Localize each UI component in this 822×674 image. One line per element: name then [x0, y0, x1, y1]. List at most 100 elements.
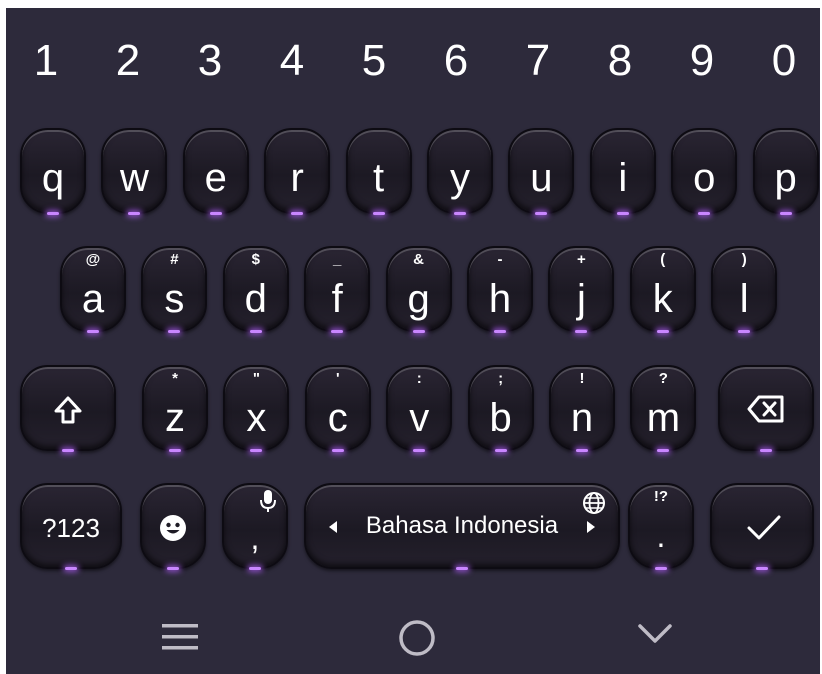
- letter-key[interactable]: r: [264, 128, 331, 215]
- letter-key-label: y: [450, 156, 470, 200]
- period-key-hint: !?: [653, 488, 669, 505]
- letter-key[interactable]: # s: [141, 246, 208, 333]
- letter-key-hint: ': [336, 370, 340, 387]
- letter-key-hint: ): [741, 251, 747, 268]
- letter-key-label: h: [488, 277, 512, 321]
- checkmark-icon: [747, 515, 781, 540]
- letter-key-hint: $: [251, 251, 260, 268]
- letter-key[interactable]: q: [20, 128, 86, 215]
- number-key[interactable]: 8: [596, 36, 644, 86]
- letter-key-label: f: [331, 277, 343, 321]
- menu-icon[interactable]: [162, 622, 198, 652]
- letter-key-hint: -: [497, 251, 503, 268]
- letter-key-hint: ": [252, 370, 260, 387]
- enter-key[interactable]: [710, 483, 814, 570]
- letter-key-label: p: [774, 156, 797, 200]
- number-key[interactable]: 2: [104, 36, 152, 86]
- letter-key[interactable]: & g: [385, 246, 452, 333]
- letter-key[interactable]: ! n: [549, 365, 615, 452]
- letter-key[interactable]: @ a: [60, 246, 126, 333]
- letter-key[interactable]: ? m: [630, 365, 697, 452]
- letter-key-label: n: [570, 396, 594, 440]
- letter-key-hint: !: [579, 370, 585, 387]
- emoji-icon: [160, 515, 186, 541]
- letter-key[interactable]: t: [345, 128, 412, 215]
- space-key-label: Bahasa Indonesia: [365, 512, 559, 539]
- letter-key[interactable]: ' c: [304, 365, 371, 452]
- comma-key[interactable]: ,: [222, 483, 288, 570]
- letter-key-label: i: [618, 156, 628, 200]
- letter-key[interactable]: _ f: [304, 246, 371, 333]
- number-key[interactable]: 4: [268, 36, 316, 86]
- letter-key-hint: @: [85, 251, 101, 268]
- letter-key[interactable]: + j: [548, 246, 615, 333]
- letter-key[interactable]: :v: [386, 365, 453, 452]
- letter-key-hint: _: [333, 251, 342, 268]
- letter-key[interactable]: y: [427, 128, 493, 215]
- letter-key-label: x: [246, 396, 267, 440]
- number-key[interactable]: 5: [350, 36, 398, 86]
- symbols-key[interactable]: ?123: [20, 483, 122, 570]
- number-key[interactable]: 3: [186, 36, 234, 86]
- letter-key-label: j: [576, 277, 586, 321]
- number-key[interactable]: 1: [22, 36, 70, 86]
- letter-key-hint: :: [416, 370, 422, 387]
- letter-key[interactable]: ; b: [467, 365, 534, 452]
- letter-key-label: c: [327, 396, 348, 440]
- period-key-label: .: [656, 518, 666, 554]
- letter-key-label: g: [407, 277, 430, 321]
- letter-key-label: r: [290, 156, 304, 200]
- caret-right-icon: [587, 521, 595, 533]
- letter-key[interactable]: o: [671, 128, 738, 215]
- letter-key-label: u: [530, 156, 553, 200]
- letter-key-label: z: [165, 396, 185, 440]
- letter-key-label: t: [373, 156, 385, 200]
- home-circle-icon[interactable]: [398, 619, 436, 657]
- letter-key-hint: #: [170, 251, 179, 268]
- letter-key[interactable]: ) l: [711, 246, 778, 333]
- letter-key-label: w: [119, 156, 149, 200]
- letter-key-label: l: [739, 277, 749, 321]
- letter-key-hint: (: [660, 251, 666, 268]
- number-key[interactable]: 7: [514, 36, 562, 86]
- letter-key-label: d: [244, 277, 267, 321]
- letter-key[interactable]: " x: [223, 365, 290, 452]
- period-key[interactable]: !? .: [628, 483, 694, 570]
- letter-key[interactable]: w: [101, 128, 168, 215]
- number-key[interactable]: 6: [432, 36, 480, 86]
- letter-key[interactable]: * z: [142, 365, 208, 452]
- shift-key[interactable]: [20, 365, 116, 452]
- letter-key-hint: *: [172, 370, 178, 387]
- letter-key[interactable]: $ d: [222, 246, 289, 333]
- mic-icon: [260, 490, 276, 512]
- number-key[interactable]: 9: [678, 36, 726, 86]
- letter-key-label: s: [164, 277, 185, 321]
- letter-key[interactable]: p: [752, 128, 819, 215]
- number-key[interactable]: 0: [760, 36, 808, 86]
- letter-key-label: q: [41, 156, 65, 200]
- comma-key-label: ,: [250, 520, 260, 556]
- letter-key[interactable]: u: [508, 128, 575, 215]
- letter-key-hint: ;: [498, 370, 504, 387]
- letter-key-label: v: [409, 396, 430, 440]
- chevron-down-icon[interactable]: [638, 623, 672, 645]
- backspace-key[interactable]: [718, 365, 814, 452]
- letter-key-hint: +: [577, 251, 586, 268]
- letter-key-label: e: [204, 156, 227, 200]
- space-key[interactable]: Bahasa Indonesia: [304, 483, 620, 570]
- letter-key-label: k: [652, 277, 673, 321]
- letter-key-label: o: [693, 156, 716, 200]
- letter-key[interactable]: (k: [629, 246, 696, 333]
- letter-key-hint: &: [413, 251, 425, 268]
- letter-key-hint: ?: [658, 370, 668, 387]
- letter-key-label: m: [646, 396, 681, 440]
- letter-key[interactable]: i: [589, 128, 656, 215]
- shift-icon: [54, 396, 82, 424]
- emoji-key[interactable]: [140, 483, 206, 570]
- letter-key-label: a: [81, 277, 105, 321]
- letter-key[interactable]: e: [182, 128, 249, 215]
- symbols-key-label: ?123: [42, 513, 100, 543]
- backspace-icon: [747, 395, 784, 423]
- keyboard: 1234567890 qwertyuiop @ a # s $ d _ f & g - h + j(k) l…: [6, 8, 820, 674]
- letter-key[interactable]: -h: [467, 246, 533, 333]
